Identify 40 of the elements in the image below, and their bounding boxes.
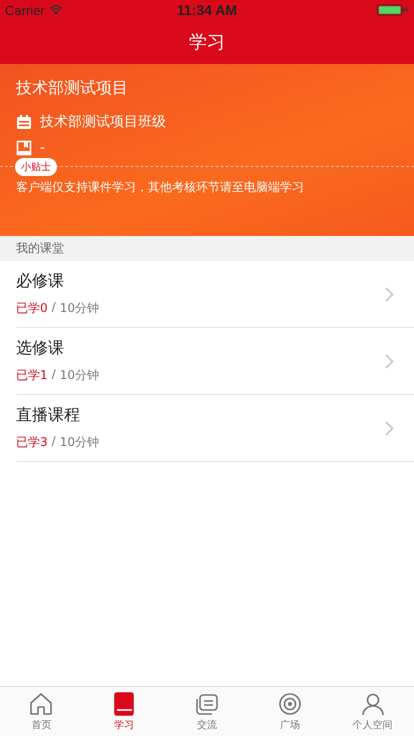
tip-text: 客户端仅支持课件学习，其他考核环节请至电脑端学习: [16, 179, 305, 196]
tab-item[interactable]: 个人空间: [331, 687, 414, 736]
wifi-icon: [48, 4, 63, 16]
person-icon: [360, 691, 386, 717]
course-row[interactable]: 必修课 已学0 / 10分钟: [16, 261, 414, 328]
tab-item[interactable]: 学习: [82, 687, 166, 736]
course-row[interactable]: 选修课 已学1 / 10分钟: [16, 328, 414, 395]
course-duration: 10分钟: [60, 434, 99, 451]
separator-slash: /: [52, 367, 56, 383]
tab-item[interactable]: 首页: [0, 687, 83, 736]
tab-item[interactable]: 广场: [248, 687, 332, 736]
book-info: -: [40, 140, 46, 156]
tab-item[interactable]: 交流: [166, 687, 248, 736]
course-row[interactable]: 直播课程 已学3 / 10分钟: [16, 395, 414, 462]
project-title: 技术部测试项目: [16, 78, 129, 99]
chevron-icon: [385, 354, 394, 368]
separator-slash: /: [52, 300, 56, 316]
course-title: 必修课: [16, 271, 65, 292]
battery-icon: [377, 4, 409, 16]
status-time: 11:34 AM: [176, 2, 238, 18]
radar-icon: [276, 691, 303, 717]
separator-slash: /: [52, 434, 56, 450]
home-icon: [28, 691, 54, 717]
carrier-name: Carrier: [5, 2, 45, 18]
chat-icon: [194, 691, 220, 717]
learned-count: 已学0: [16, 300, 48, 317]
course-title: 直播课程: [16, 405, 81, 426]
course-duration: 10分钟: [60, 300, 99, 317]
course-title: 选修课: [16, 338, 65, 359]
calendar-icon: [16, 114, 32, 130]
tip-badge: 小贴士: [15, 158, 57, 176]
course-duration: 10分钟: [60, 367, 99, 384]
chevron-icon: [385, 286, 394, 302]
section-title: 我的课堂: [16, 240, 64, 257]
learned-count: 已学3: [16, 434, 48, 451]
chevron-icon: [385, 420, 394, 436]
learned-count: 已学1: [16, 367, 48, 384]
class-name: 技术部测试项目班级: [40, 113, 166, 131]
book-icon: [16, 140, 32, 156]
page-title: 学习: [189, 31, 225, 54]
